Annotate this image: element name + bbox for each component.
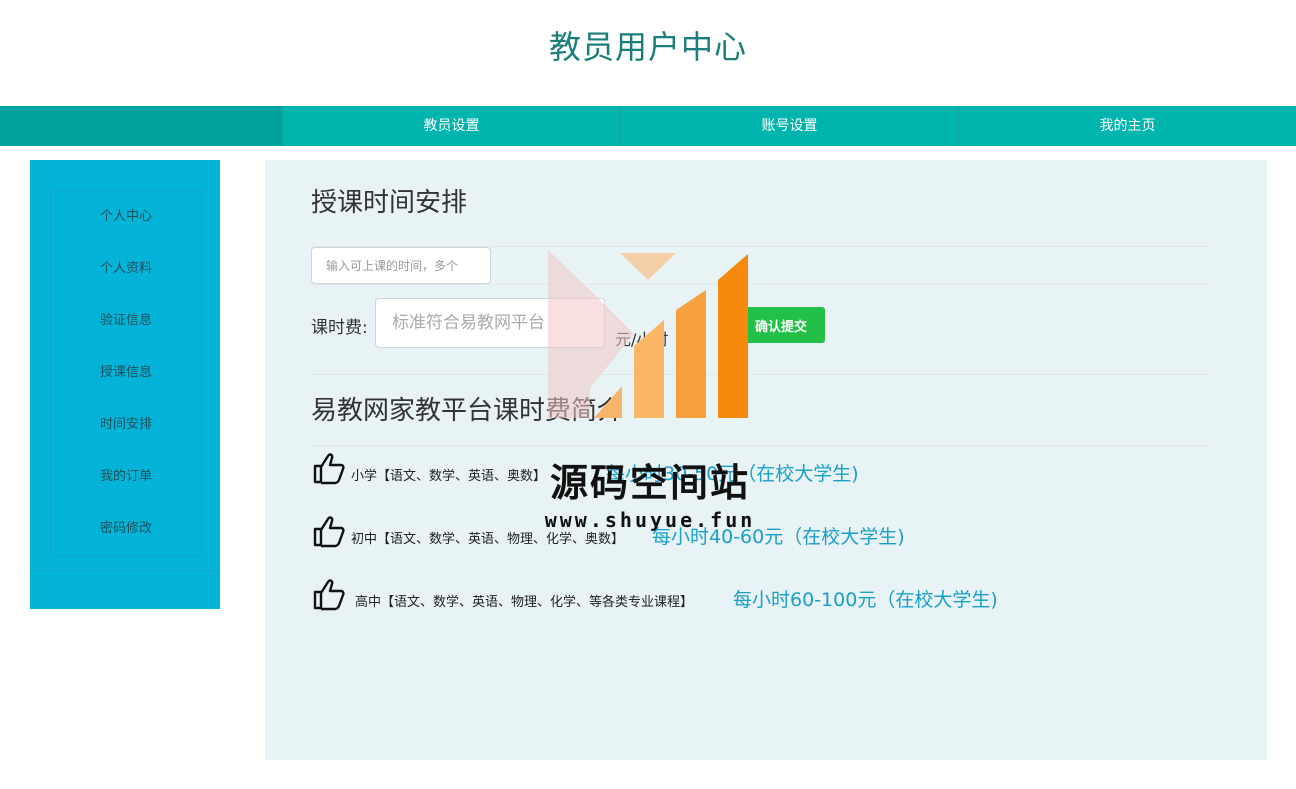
thumbs-up-icon: [313, 453, 345, 485]
sidebar-item-schedule[interactable]: 时间安排: [51, 399, 201, 451]
submit-button[interactable]: 确认提交: [737, 307, 825, 343]
divider: [311, 374, 1209, 375]
fee-input[interactable]: [375, 298, 605, 348]
price-value: 每小时30-50元（在校大学生): [606, 463, 859, 485]
top-nav-spacer: [0, 106, 282, 146]
price-row-high: 高中【语文、数学、英语、物理、化学、等各类专业课程】 每小时60-100元（在校…: [311, 576, 998, 612]
sidebar-item-orders[interactable]: 我的订单: [51, 451, 201, 503]
fee-label: 课时费:: [311, 318, 368, 338]
price-desc: 高中【语文、数学、英语、物理、化学、等各类专业课程】: [355, 595, 694, 610]
divider: [311, 284, 1209, 285]
nav-teacher-settings[interactable]: 教员设置: [282, 106, 620, 146]
price-desc: 小学【语文、数学、英语、奥数】: [351, 469, 547, 484]
sidebar-item-verification[interactable]: 验证信息: [51, 295, 201, 347]
thumbs-up-icon: [313, 516, 345, 548]
divider: [311, 445, 1209, 446]
page-title: 教员用户中心: [548, 28, 747, 66]
nav-account-settings[interactable]: 账号设置: [620, 106, 958, 146]
price-desc: 初中【语文、数学、英语、物理、化学、奥数】: [351, 532, 625, 547]
pricing-heading: 易教网家教平台课时费简介: [311, 396, 624, 426]
sidebar-item-profile[interactable]: 个人资料: [51, 243, 201, 295]
top-nav: 教员设置 账号设置 我的主页: [0, 106, 1296, 146]
price-value: 每小时60-100元（在校大学生): [733, 589, 998, 611]
price-row-primary: 小学【语文、数学、英语、奥数】 每小时30-50元（在校大学生): [311, 450, 859, 486]
schedule-heading: 授课时间安排: [311, 188, 468, 218]
sidebar-item-password[interactable]: 密码修改: [51, 503, 201, 555]
price-row-middle: 初中【语文、数学、英语、物理、化学、奥数】 每小时40-60元（在校大学生): [311, 513, 905, 549]
sidebar: 个人中心 个人资料 验证信息 授课信息 时间安排 我的订单 密码修改: [30, 160, 220, 609]
sidebar-item-teaching-info[interactable]: 授课信息: [51, 347, 201, 399]
sidebar-item-personal-center[interactable]: 个人中心: [51, 191, 201, 243]
available-time-input[interactable]: [311, 247, 491, 284]
fee-unit: 元/小时: [615, 330, 669, 349]
sidebar-menu: 个人中心 个人资料 验证信息 授课信息 时间安排 我的订单 密码修改: [50, 190, 202, 556]
price-value: 每小时40-60元（在校大学生): [652, 526, 905, 548]
sidebar-divider: [30, 570, 220, 571]
nav-my-homepage[interactable]: 我的主页: [958, 106, 1296, 146]
thumbs-up-icon: [313, 579, 345, 611]
main-panel: 授课时间安排 课时费: 元/小时 确认提交 易教网家教平台课时费简介 小学【语文…: [265, 160, 1267, 760]
